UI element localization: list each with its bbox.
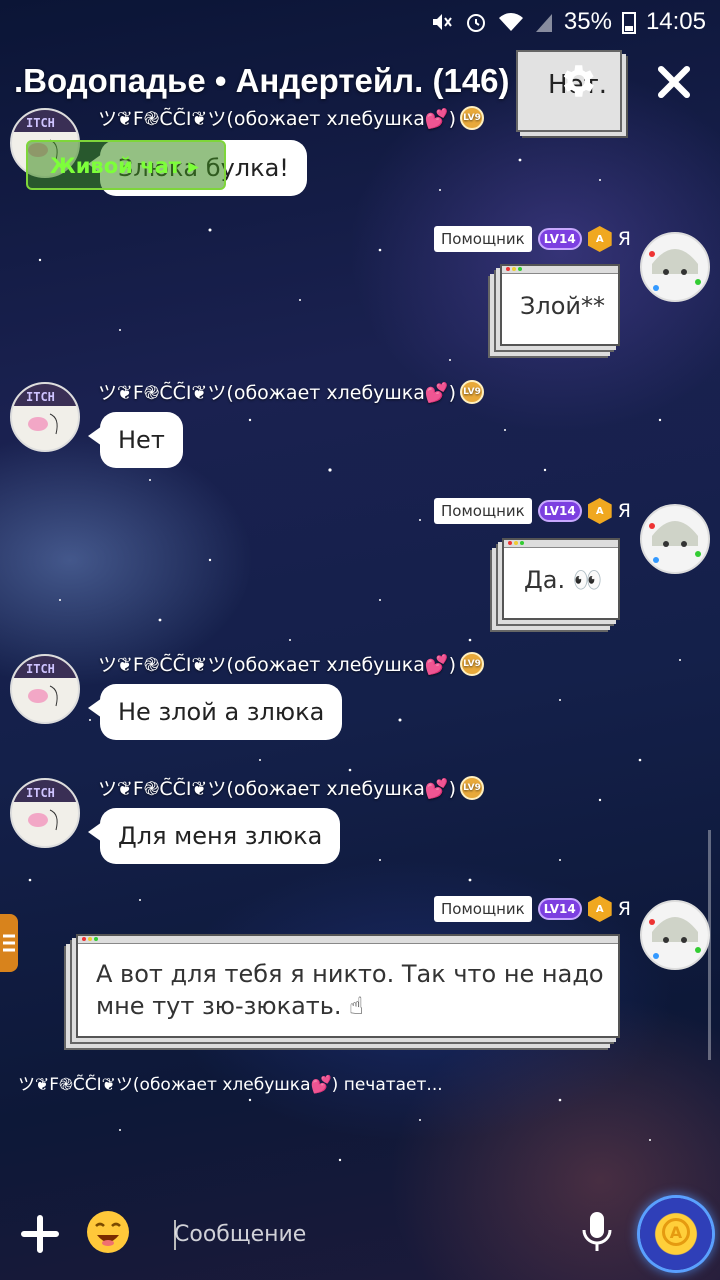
my-avatar[interactable] [640,504,710,574]
coin-icon: A [662,1218,690,1246]
level-badge-icon: LV14 [537,228,582,250]
message-input[interactable] [148,1202,568,1266]
avatar[interactable]: ITCH [10,654,80,724]
plus-icon [21,1215,59,1253]
menu-icon [3,934,15,952]
voice-button[interactable] [580,1210,614,1254]
avatar[interactable]: ITCH [10,382,80,452]
settings-button[interactable] [556,60,598,102]
close-button[interactable] [652,60,696,104]
user-avatar-icon: ITCH [12,780,78,831]
me-label: Я [617,228,631,250]
composer-bar: A [0,1190,720,1280]
message-bubble[interactable]: А вот для тебя я никто. Так что не надо … [76,934,620,1038]
mute-icon [430,10,454,34]
my-avatar-icon [649,521,701,563]
my-avatar-icon [649,249,701,291]
message-bubble[interactable]: Да. 👀 [502,538,620,620]
wifi-icon [498,10,524,34]
hex-badge-icon: A [587,226,612,252]
svg-text:ITCH: ITCH [26,116,55,130]
message-meta: Помощник LV14 A Я [434,498,631,524]
hex-badge-icon: A [587,498,612,524]
signal-icon [534,10,554,34]
my-avatar[interactable] [640,232,710,302]
level-badge-icon: LV9 [459,105,484,130]
typing-indicator: ツ❦F֎C̃C̃I❦ツ(обожает хлебушка💕) печатает.… [18,1075,443,1095]
message-username[interactable]: ツ❦F֎C̃C̃I❦ツ(обожает хлебушка💕) LV9 [98,774,484,801]
svg-text:ITCH: ITCH [26,390,55,404]
level-badge-icon: LV14 [537,500,582,522]
my-avatar[interactable] [640,900,710,970]
add-button[interactable] [20,1214,60,1254]
battery-icon [621,10,636,34]
user-avatar-icon: ITCH [12,384,78,435]
level-badge-icon: LV9 [459,651,484,676]
emoji-button[interactable] [86,1210,130,1254]
my-avatar-icon [649,917,701,959]
scrollbar[interactable] [708,830,711,1060]
message-bubble[interactable]: Для меня злюка [87,808,341,864]
me-label: Я [617,500,631,522]
coin-button[interactable]: A [640,1198,712,1270]
hex-badge-icon: A [587,896,612,922]
svg-text:ITCH: ITCH [26,662,55,676]
avatar[interactable]: ITCH [10,778,80,848]
role-tag: Помощник [434,896,532,922]
microphone-icon [582,1212,612,1251]
battery-percent: 35% [563,8,612,35]
message-bubble[interactable]: Злой** [500,264,620,346]
role-tag: Помощник [434,226,532,252]
level-badge-icon: LV9 [459,379,484,404]
side-menu-tab[interactable] [0,914,18,972]
level-badge-icon: LV9 [459,775,484,800]
message-username[interactable]: ツ❦F֎C̃C̃I❦ツ(обожает хлебушка💕) LV9 [98,378,484,405]
chat-title[interactable]: .Водопадье • Андертейл. (146) [14,62,510,100]
alarm-icon [464,10,488,34]
smiley-icon [87,1211,129,1253]
close-icon [657,65,691,99]
svg-text:ITCH: ITCH [26,786,55,800]
status-bar: 35% 14:05 [0,0,720,44]
me-label: Я [617,898,631,920]
user-avatar-icon: ITCH [12,656,78,707]
gear-icon [563,65,594,97]
live-chat-banner[interactable]: Живой чат ▸ [26,140,226,190]
message-bubble[interactable]: Нет [88,412,183,468]
message-meta: Помощник LV14 A Я [434,896,631,922]
message-meta: Помощник LV14 A Я [434,226,631,252]
message-username[interactable]: ツ❦F֎C̃C̃I❦ツ(обожает хлебушка💕) LV9 [98,650,484,677]
message-bubble[interactable]: Не злой а злюка [87,684,343,740]
level-badge-icon: LV14 [537,898,582,920]
role-tag: Помощник [434,498,532,524]
clock: 14:05 [645,8,706,35]
message-username[interactable]: ツ❦F֎C̃C̃I❦ツ(обожает хлебушка💕) LV9 [98,104,484,131]
